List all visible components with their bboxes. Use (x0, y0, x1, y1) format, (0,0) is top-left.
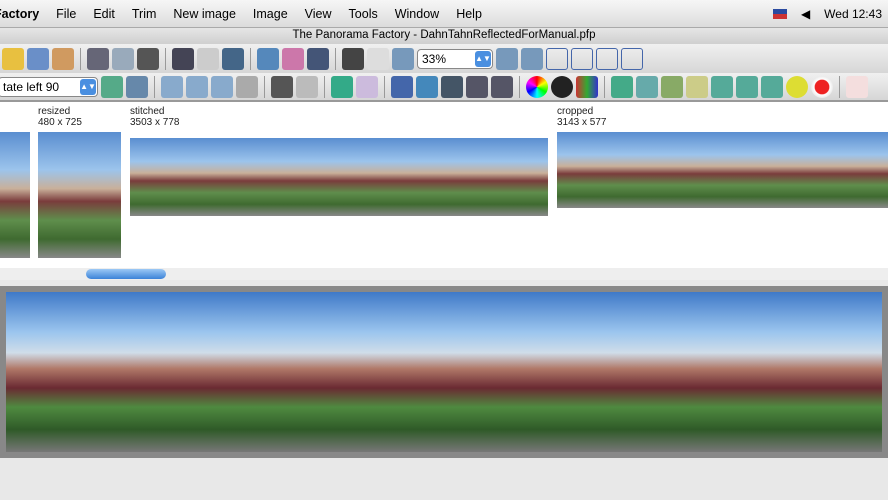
align-icon[interactable] (161, 75, 183, 98)
menu-app[interactable]: Factory (0, 7, 39, 21)
zoom-tool-icon[interactable] (392, 47, 414, 70)
thumbnail-label: resized (38, 106, 71, 117)
menu-view[interactable]: View (305, 7, 332, 21)
transform-select[interactable]: tate left 90 ▲▼ (0, 76, 98, 97)
panorama-image (6, 292, 882, 452)
stitch-icon[interactable] (87, 47, 109, 70)
fit-height-icon[interactable] (596, 47, 618, 70)
input-flag-icon[interactable] (772, 9, 787, 19)
paste-icon[interactable] (222, 47, 244, 70)
record-icon[interactable] (811, 75, 833, 98)
histogram-icon[interactable] (576, 75, 598, 98)
actual-size-icon[interactable] (546, 47, 568, 70)
menu-trim[interactable]: Trim (132, 7, 157, 21)
menu-help[interactable]: Help (456, 7, 482, 21)
zoom-select[interactable]: 33% ▲▼ (417, 48, 493, 69)
menu-image[interactable]: Image (253, 7, 288, 21)
color-wheel-icon[interactable] (526, 75, 548, 98)
copy-icon[interactable] (197, 47, 219, 70)
zoom-out-icon[interactable] (521, 47, 543, 70)
yin-yang-icon[interactable] (551, 75, 573, 98)
stretch-h-icon[interactable] (466, 75, 488, 98)
preview-icon[interactable] (112, 47, 134, 70)
grid-view-icon[interactable] (846, 75, 868, 98)
scrollbar-thumb[interactable] (86, 269, 166, 279)
flip-icon[interactable] (441, 75, 463, 98)
thumbnail-image (38, 132, 121, 258)
blend-icon[interactable] (296, 75, 318, 98)
image-strip: resized 480 x 725 stitched 3503 x 778 cr… (0, 102, 888, 268)
thumbnail-size: 3503 x 778 (130, 117, 180, 128)
search-icon[interactable] (786, 75, 808, 98)
thumbnail-image (557, 132, 888, 208)
save-icon[interactable] (27, 47, 49, 70)
pointer-tool-icon[interactable] (342, 47, 364, 70)
sharpen-icon[interactable] (661, 75, 683, 98)
package-icon[interactable] (52, 47, 74, 70)
toolbar-main: 33% ▲▼ (0, 44, 888, 73)
clock[interactable]: Wed 12:43 (824, 7, 882, 21)
window-title: The Panorama Factory - DahnTahnReflected… (0, 28, 888, 44)
grid-icon[interactable] (491, 75, 513, 98)
menu-file[interactable]: File (56, 7, 76, 21)
zoom-in-icon[interactable] (496, 47, 518, 70)
menu-bar: Factory File Edit Trim New image Image V… (0, 0, 888, 28)
menu-tools[interactable]: Tools (349, 7, 378, 21)
thumbnail-label: cropped (557, 106, 594, 117)
help-icon[interactable] (282, 47, 304, 70)
context-help-icon[interactable] (307, 47, 329, 70)
adjust-icon[interactable] (416, 75, 438, 98)
fit-window-icon[interactable] (571, 47, 593, 70)
menu-window[interactable]: Window (395, 7, 439, 21)
toolbar-image: tate left 90 ▲▼ (0, 73, 888, 102)
duplicate-icon[interactable] (126, 75, 148, 98)
thumbnail-icon[interactable] (761, 75, 783, 98)
fit-width-icon[interactable] (621, 47, 643, 70)
frame-icon[interactable] (711, 75, 733, 98)
rotate-icon[interactable] (211, 75, 233, 98)
shift-icon[interactable] (236, 75, 258, 98)
strip-scrollbar[interactable] (0, 268, 888, 280)
thumbnail-size: 480 x 725 (38, 117, 82, 128)
border-icon[interactable] (736, 75, 758, 98)
color-icon[interactable] (331, 75, 353, 98)
cut-icon[interactable] (172, 47, 194, 70)
eraser-icon[interactable] (137, 47, 159, 70)
warp-icon[interactable] (186, 75, 208, 98)
thumbnail-image (130, 138, 548, 216)
thumbnail-resized[interactable]: resized 480 x 725 (38, 106, 121, 258)
apply-icon[interactable] (101, 75, 123, 98)
color-alt-icon[interactable] (356, 75, 378, 98)
image-view[interactable] (0, 286, 888, 458)
image-icon[interactable] (611, 75, 633, 98)
volume-icon[interactable]: ◀ (801, 7, 810, 21)
menu-new-image[interactable]: New image (173, 7, 236, 21)
cylinder-icon[interactable] (636, 75, 658, 98)
thumbnail-cropped[interactable]: cropped 3143 x 577 (557, 106, 888, 208)
thumbnail-size: 3143 x 577 (557, 117, 607, 128)
magic-wand-icon[interactable] (686, 75, 708, 98)
hand-tool-icon[interactable] (367, 47, 389, 70)
thumbnail-stitched[interactable]: stitched 3503 x 778 (130, 106, 548, 216)
menu-edit[interactable]: Edit (93, 7, 115, 21)
thumbnail-label: stitched (130, 106, 165, 117)
mask-icon[interactable] (271, 75, 293, 98)
crop-icon[interactable] (391, 75, 413, 98)
open-icon[interactable] (2, 47, 24, 70)
manual-icon[interactable] (257, 47, 279, 70)
